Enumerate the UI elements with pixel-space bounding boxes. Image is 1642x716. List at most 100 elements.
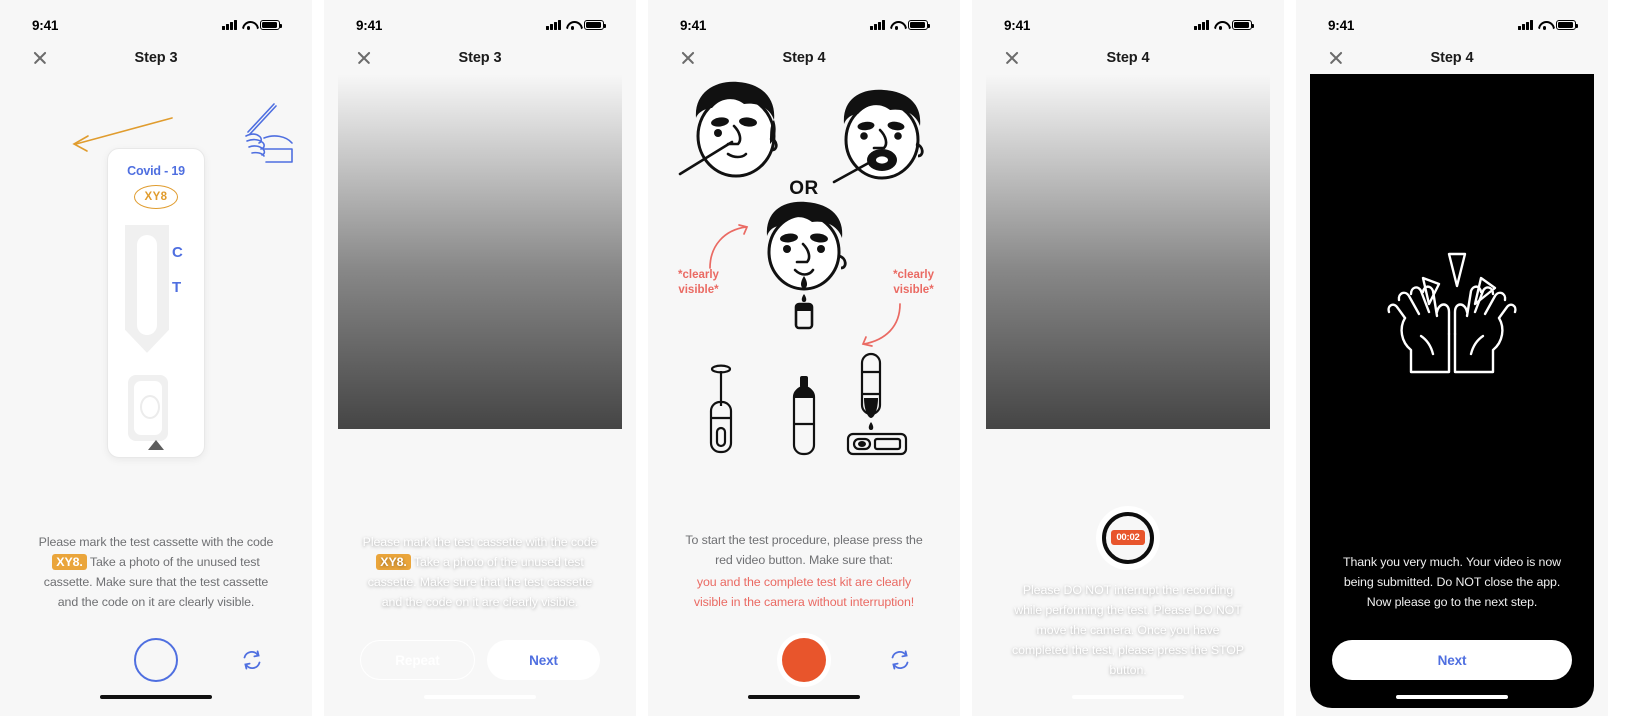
status-bar: 9:41 bbox=[1310, 8, 1594, 42]
curved-arrow-left-icon bbox=[709, 224, 749, 269]
status-bar: 9:41 bbox=[662, 8, 946, 42]
status-icons bbox=[870, 20, 931, 30]
status-bar: 9:41 bbox=[986, 8, 1270, 42]
caption-grey-text: To start the test procedure, please pres… bbox=[685, 532, 923, 567]
phone-screen-step4-submitted: 9:41 Step 4 Thank you very much. Your vi… bbox=[1296, 0, 1608, 716]
annotation-clearly-visible-left: *clearly visible* bbox=[678, 269, 719, 296]
annotation-clearly-visible-right: *clearly visible* bbox=[893, 269, 934, 296]
instruction-caption: Please mark the test cassette with the c… bbox=[338, 532, 622, 612]
page-title: Step 4 bbox=[782, 50, 826, 66]
curved-arrow-right-icon bbox=[861, 303, 901, 347]
dropper-cassette-icon bbox=[846, 352, 908, 456]
status-time: 9:41 bbox=[1328, 17, 1355, 33]
home-indicator bbox=[1072, 694, 1184, 699]
instruction-caption: Thank you very much. Your video is now b… bbox=[1310, 552, 1594, 612]
cellular-signal-icon bbox=[1518, 20, 1533, 30]
status-bar: 9:41 bbox=[338, 8, 622, 42]
ct-marks: C T bbox=[172, 244, 183, 296]
phone-screen-step3-instruction: 9:41 Step 3 Covid - 19 XY8 C T Please ma… bbox=[0, 0, 312, 716]
wifi-icon bbox=[566, 20, 579, 30]
close-icon[interactable] bbox=[1328, 50, 1344, 66]
battery-icon bbox=[908, 20, 931, 30]
caption-red-text: you and the complete test kit are clearl… bbox=[693, 574, 915, 609]
instruction-caption: Please DO NOT interrupt the recording wh… bbox=[986, 580, 1270, 708]
home-indicator bbox=[1396, 694, 1508, 699]
wifi-icon bbox=[890, 20, 903, 30]
sample-drop-face-icon bbox=[766, 201, 847, 330]
test-line-label: T bbox=[172, 278, 182, 296]
close-icon[interactable] bbox=[356, 50, 372, 66]
photo-gradient-overlay bbox=[338, 74, 622, 430]
warning-caption: you and the complete test kit are clearl… bbox=[662, 572, 946, 612]
home-indicator bbox=[100, 694, 212, 699]
stop-button-ring[interactable]: 00:02 bbox=[1102, 511, 1154, 564]
record-button[interactable] bbox=[782, 638, 826, 682]
nav-bar: Step 4 bbox=[986, 42, 1270, 74]
next-button[interactable]: Next bbox=[1332, 640, 1572, 680]
phone-screen-step4-recording: 9:41 Step 4 00:02 Please DO NOT interrup… bbox=[972, 0, 1284, 716]
battery-icon bbox=[1556, 20, 1579, 30]
test-cassette-graphic: Covid - 19 XY8 C T bbox=[107, 147, 205, 458]
code-highlight: XY8. bbox=[52, 553, 87, 570]
test-procedure-illustration: OR *clearly visible* *clearly visible* bbox=[662, 74, 946, 530]
recording-timer[interactable]: 00:02 bbox=[986, 511, 1270, 564]
caption-text: Please DO NOT interrupt the recording wh… bbox=[1012, 582, 1244, 677]
caption-text: Thank you very much. Your video is now b… bbox=[1343, 554, 1561, 609]
nasal-swab-face-icon bbox=[678, 81, 778, 178]
close-icon[interactable] bbox=[1004, 50, 1020, 66]
battery-icon bbox=[260, 20, 283, 30]
submission-screen: Thank you very much. Your video is now b… bbox=[1310, 74, 1594, 708]
status-icons bbox=[222, 20, 283, 30]
cassette-code-oval: XY8 bbox=[134, 184, 178, 209]
next-button[interactable]: Next bbox=[487, 640, 600, 680]
nav-bar: Step 4 bbox=[1310, 42, 1594, 74]
screenshot-gallery: 9:41 Step 3 Covid - 19 XY8 C T Please ma… bbox=[0, 0, 1642, 716]
phone-screen-step3-review: 9:41 Step 3 Please mark the test cassett… bbox=[324, 0, 636, 716]
cellular-signal-icon bbox=[870, 20, 885, 30]
instruction-caption: Please mark the test cassette with the c… bbox=[14, 532, 298, 612]
recording-screen: 00:02 Please DO NOT interrupt the record… bbox=[986, 74, 1270, 708]
page-title: Step 3 bbox=[458, 50, 502, 66]
wifi-icon bbox=[1214, 20, 1227, 30]
status-time: 9:41 bbox=[356, 17, 383, 33]
timer-badge: 00:02 bbox=[1111, 530, 1145, 546]
control-line-label: C bbox=[172, 243, 183, 261]
status-icons bbox=[1194, 20, 1255, 30]
caption-part-1: Please mark the test cassette with the c… bbox=[38, 534, 274, 549]
close-icon[interactable] bbox=[680, 50, 696, 66]
captured-photo-screen: Please mark the test cassette with the c… bbox=[338, 74, 622, 708]
repeat-button[interactable]: Repeat bbox=[360, 640, 475, 680]
battery-icon bbox=[584, 20, 607, 30]
phone-screen-step4-instruction: 9:41 Step 4 OR *clearly visible* *clearl… bbox=[648, 0, 960, 716]
wifi-icon bbox=[1538, 20, 1551, 30]
triangle-marker-icon bbox=[148, 439, 164, 450]
caption-part-1: Please mark the test cassette with the c… bbox=[362, 534, 598, 549]
status-icons bbox=[546, 20, 607, 30]
page-title: Step 4 bbox=[1430, 50, 1474, 66]
page-title: Step 3 bbox=[134, 50, 178, 66]
status-time: 9:41 bbox=[680, 17, 707, 33]
buffer-vial-icon bbox=[792, 376, 816, 456]
nav-bar: Step 4 bbox=[662, 42, 946, 74]
photo-gradient-overlay bbox=[986, 74, 1270, 430]
shutter-button[interactable] bbox=[134, 638, 178, 682]
status-bar: 9:41 bbox=[14, 8, 298, 42]
wifi-icon bbox=[242, 20, 255, 30]
instruction-caption: To start the test procedure, please pres… bbox=[662, 530, 946, 570]
camera-flip-icon[interactable] bbox=[240, 648, 264, 672]
close-icon[interactable] bbox=[32, 50, 48, 66]
status-time: 9:41 bbox=[1004, 17, 1031, 33]
home-indicator bbox=[748, 694, 860, 699]
camera-flip-icon[interactable] bbox=[888, 648, 912, 672]
result-window bbox=[125, 224, 169, 353]
home-indicator bbox=[424, 694, 536, 699]
throat-swab-face-icon bbox=[832, 89, 924, 184]
cellular-signal-icon bbox=[222, 20, 237, 30]
cellular-signal-icon bbox=[546, 20, 561, 30]
code-highlight: XY8. bbox=[376, 553, 411, 570]
status-icons bbox=[1518, 20, 1579, 30]
hand-writing-icon bbox=[245, 103, 293, 163]
cellular-signal-icon bbox=[1194, 20, 1209, 30]
celebration-hands-icon bbox=[1387, 252, 1517, 374]
nav-bar: Step 3 bbox=[338, 42, 622, 74]
